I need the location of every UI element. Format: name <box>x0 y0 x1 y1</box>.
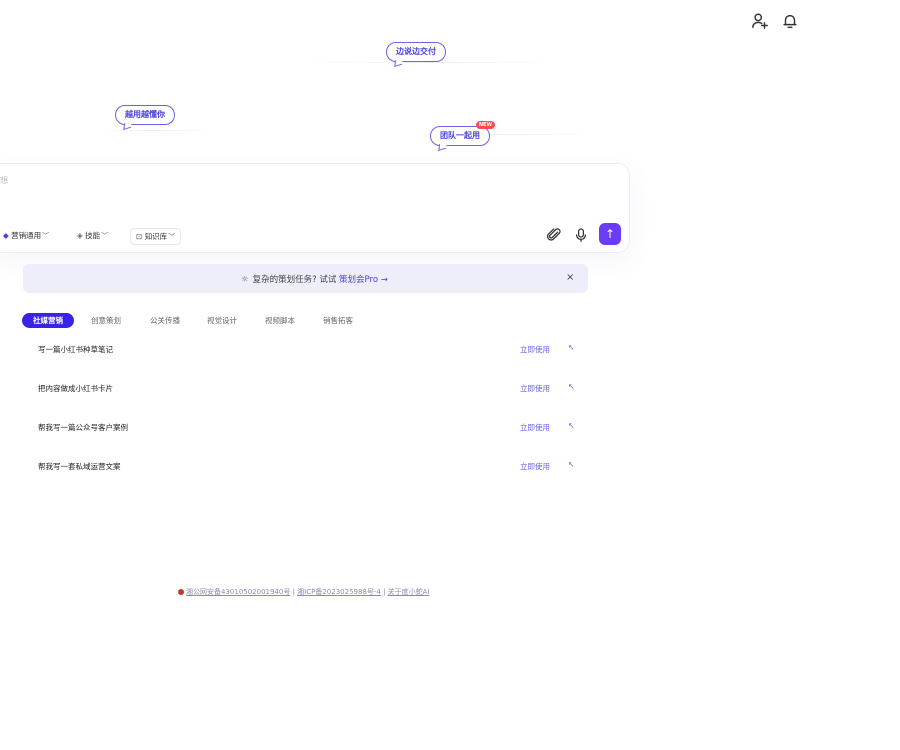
footer: 湘公网安备43010502001940号 | 湘ICP备2023025988号-… <box>178 587 430 597</box>
insert-arrow-icon[interactable]: ↖ <box>568 343 575 352</box>
insert-arrow-icon[interactable]: ↖ <box>568 460 575 469</box>
use-now-link[interactable]: 立即使用 <box>520 344 550 355</box>
send-arrow-icon: ↑ <box>604 227 616 241</box>
insert-arrow-icon[interactable]: ↖ <box>568 421 575 430</box>
knowledge-base-label: 知识库 <box>144 232 168 241</box>
send-button[interactable]: ↑ <box>599 223 621 245</box>
notification-bell-icon[interactable] <box>781 12 799 30</box>
skills-icon: ◈ <box>77 231 83 240</box>
tab-pr[interactable]: 公关传播 <box>150 313 180 328</box>
mode-label: 营销通用 <box>11 231 42 240</box>
banner-pro-link[interactable]: 策划会Pro → <box>339 275 388 285</box>
insert-arrow-icon[interactable]: ↖ <box>568 382 575 391</box>
tab-social-media[interactable]: 社媒营销 <box>22 313 74 328</box>
knowledge-base-selector[interactable]: ⊡ 知识库﹀ <box>130 228 182 245</box>
chevron-down-icon: ﹀ <box>42 232 50 240</box>
feature-tag-team: 团队一起用 NEW <box>430 121 495 146</box>
tag-label: 边说边交付 <box>396 47 436 56</box>
beian-link[interactable]: 湘公网安备43010502001940号 <box>186 588 290 596</box>
task-title: 帮我写一篇公众号客户案例 <box>38 423 128 432</box>
attachment-icon[interactable] <box>545 226 563 244</box>
chevron-down-icon: ﹀ <box>101 232 109 240</box>
tab-visual-design[interactable]: 视觉设计 <box>207 313 237 328</box>
tag-label: 越用越懂你 <box>125 110 165 119</box>
feature-tag-talk-deliver: 边说边交付 <box>386 42 446 62</box>
lightbulb-icon: ☼ <box>241 275 249 285</box>
prompt-input-placeholder[interactable]: 想 <box>0 175 8 186</box>
knowledge-base-icon: ⊡ <box>136 232 143 241</box>
skills-selector[interactable]: ◈ 技能﹀ <box>72 228 114 243</box>
icp-link[interactable]: 湘ICP备2023025988号-4 <box>297 588 381 596</box>
tab-video-script[interactable]: 视频脚本 <box>265 313 295 328</box>
tab-sales[interactable]: 销售拓客 <box>323 313 353 328</box>
mode-cube-icon: ◆ <box>3 231 9 240</box>
task-title: 帮我写一套私域运营文案 <box>38 462 121 471</box>
footer-separator: | <box>380 588 388 596</box>
banner-prefix: 复杂的策划任务? 试试 <box>252 275 340 285</box>
about-link[interactable]: 关于度小蛇AI <box>388 588 430 596</box>
banner-close-icon[interactable]: × <box>566 272 574 283</box>
new-badge: NEW <box>475 121 495 129</box>
decor-line <box>95 130 215 131</box>
chevron-down-icon: ﹀ <box>168 233 176 241</box>
task-title: 写一篇小红书种草笔记 <box>38 345 113 354</box>
user-add-icon[interactable] <box>751 12 769 30</box>
task-title: 把内容做成小红书卡片 <box>38 384 113 393</box>
microphone-icon[interactable] <box>572 226 590 244</box>
promo-banner-text: ☼ 复杂的策划任务? 试试 策划会Pro → <box>241 273 388 285</box>
feature-tag-learns-you: 越用越懂你 <box>115 105 175 125</box>
tag-label: 团队一起用 <box>440 131 480 140</box>
skills-label: 技能 <box>85 231 101 240</box>
use-now-link[interactable]: 立即使用 <box>520 461 550 472</box>
decor-line <box>300 62 560 63</box>
tab-creative[interactable]: 创意策划 <box>91 313 121 328</box>
mode-selector[interactable]: ◆ 营销通用﹀ <box>0 228 55 243</box>
use-now-link[interactable]: 立即使用 <box>520 383 550 394</box>
police-badge-icon <box>178 589 184 595</box>
use-now-link[interactable]: 立即使用 <box>520 422 550 433</box>
